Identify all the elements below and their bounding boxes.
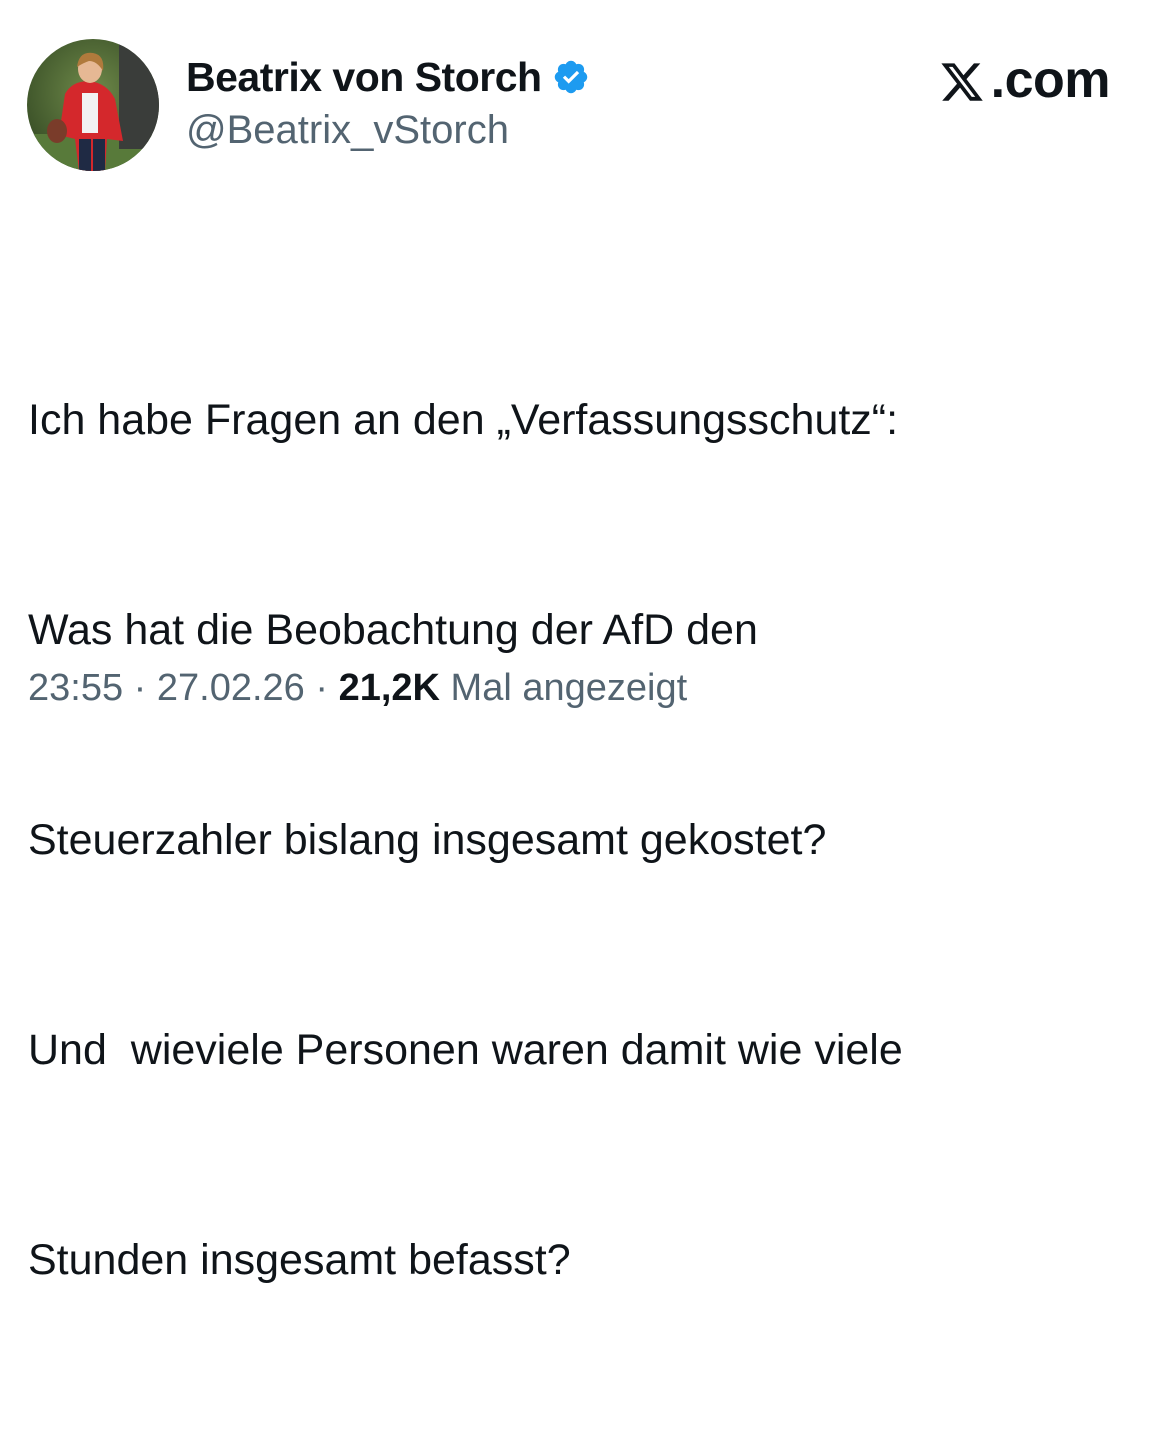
brand-logo: .com (939, 50, 1111, 110)
views-count: 21,2K (338, 667, 440, 709)
meta-separator: · (304, 667, 339, 709)
x-logo-icon (941, 63, 983, 101)
tweet-card: Beatrix von Storch @Beatrix_vStorch .com… (0, 0, 1170, 1284)
author-name-row: Beatrix von Storch (186, 52, 590, 102)
tweet-date[interactable]: 27.02.26 (157, 667, 305, 709)
meta-separator: · (123, 667, 157, 709)
tweet-text: Ich habe Fragen an den „Verfassungsschut… (28, 245, 1138, 1435)
brand-label: .com (990, 51, 1111, 109)
tweet-text-line: Stunden insgesamt befasst? (28, 1236, 571, 1284)
tweet-time[interactable]: 23:55 (28, 667, 123, 709)
tweet-text-line: Ich habe Fragen an den „Verfassungsschut… (28, 396, 899, 444)
author-handle[interactable]: @Beatrix_vStorch (186, 108, 509, 153)
verified-badge-icon (552, 58, 590, 96)
avatar[interactable] (27, 39, 159, 171)
tweet-text-line: Und wieviele Personen waren damit wie vi… (28, 1026, 903, 1074)
tweet-text-line: Was hat die Beobachtung der AfD den (28, 606, 758, 654)
views-label: Mal angezeigt (450, 667, 688, 709)
tweet-text-line: Steuerzahler bislang insgesamt gekostet? (28, 816, 827, 864)
author-display-name[interactable]: Beatrix von Storch (186, 54, 542, 101)
tweet-meta: 23:55 · 27.02.26 · 21,2K Mal angezeigt (28, 667, 687, 710)
